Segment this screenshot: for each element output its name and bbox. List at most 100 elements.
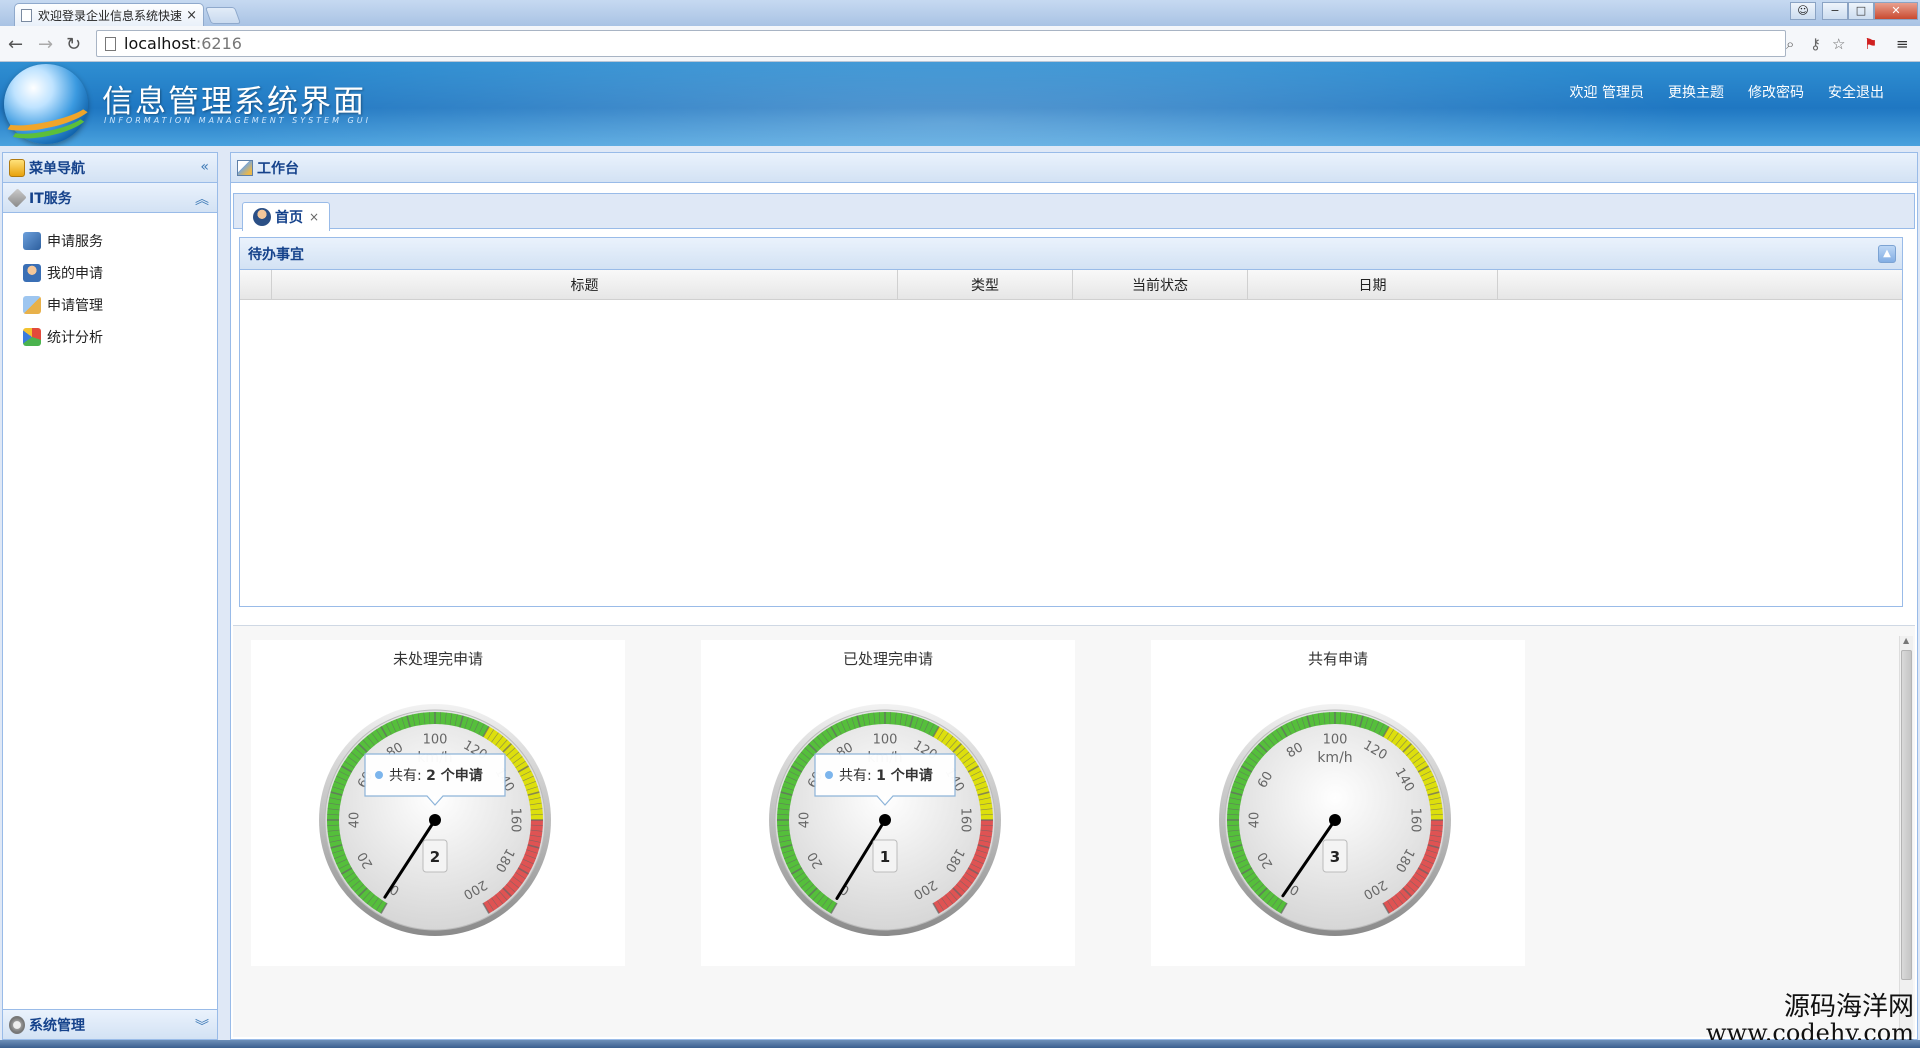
- workbench-title: 工作台: [257, 160, 299, 177]
- sidebar-item-label: 我的申请: [47, 266, 103, 282]
- browser-tab[interactable]: 欢迎登录企业信息系统快速 ×: [14, 3, 204, 26]
- browser-tab-title: 欢迎登录企业信息系统快速: [38, 8, 183, 23]
- gauge-pivot: [879, 814, 891, 826]
- app-subtitle: INFORMATION MANAGEMENT SYSTEM GUI: [104, 116, 371, 125]
- gauge-tick-label: 100: [1323, 733, 1348, 748]
- sidebar-item-label: 申请服务: [47, 234, 103, 250]
- collapse-sidebar-icon[interactable]: «: [200, 159, 209, 175]
- zoom-icon[interactable]: ⌕: [1786, 35, 1794, 53]
- profile-icon[interactable]: ☺: [1790, 2, 1816, 20]
- column-header-date[interactable]: 日期: [1248, 270, 1498, 299]
- url-host: localhost: [124, 34, 196, 53]
- url-port: :6216: [195, 34, 242, 53]
- window-controls: − □ ✕: [1822, 2, 1918, 20]
- column-header-type[interactable]: 类型: [898, 270, 1073, 299]
- system-manage-title: 系统管理: [29, 1017, 85, 1034]
- workbench-icon: [237, 159, 253, 176]
- my-apply-icon: [23, 264, 41, 282]
- tooltip-value: 2 个申请: [426, 767, 483, 784]
- gauge-tick-label: 160: [1408, 808, 1423, 833]
- sidebar-item-my-apply[interactable]: 我的申请: [23, 257, 217, 289]
- new-tab-button[interactable]: [204, 7, 242, 24]
- gauge-card: 未处理完申请 020406080100120140160180200km/h2共…: [251, 640, 625, 966]
- it-service-header[interactable]: IT服务 ︽: [3, 183, 217, 213]
- apply-service-icon: [23, 232, 41, 250]
- sidebar-item-apply-manage[interactable]: 申请管理: [23, 289, 217, 321]
- scroll-up-icon[interactable]: ▲: [1903, 636, 1909, 645]
- scrollbar-thumb[interactable]: [1901, 650, 1912, 980]
- sidebar-item-stats[interactable]: 统计分析: [23, 321, 217, 353]
- watermark-line1: 源码海洋网: [1783, 991, 1914, 1022]
- menu-nav-title: 菜单导航: [29, 160, 85, 177]
- gauge-title: 共有申请: [1307, 650, 1368, 668]
- gauge-chart: 020406080100 120140160180200km/h3: [1219, 704, 1451, 936]
- logo-globe-icon: [0, 64, 97, 145]
- os-taskbar: [0, 1040, 1920, 1048]
- gauge-card: 共有申请 0 20 40 60 80 100 120 140 160 180 200 km/h 3: [1151, 640, 1525, 966]
- main-tabbar: 首页 ×: [233, 193, 1915, 231]
- sidebar-item-label: 统计分析: [47, 330, 103, 346]
- column-header-filler: [1498, 270, 1902, 299]
- change-theme-link[interactable]: 更换主题: [1668, 82, 1724, 102]
- key-icon[interactable]: ⚷: [1810, 35, 1821, 53]
- user-icon: [253, 208, 271, 226]
- todo-title: 待办事宜: [248, 246, 304, 263]
- todo-header: 待办事宜 ▲: [240, 238, 1902, 270]
- gear-icon: [9, 1015, 25, 1034]
- close-tab-icon[interactable]: ×: [309, 210, 319, 224]
- page-icon: [105, 36, 116, 51]
- tooltip-prefix: 共有:: [839, 768, 876, 784]
- browser-tabstrip: 欢迎登录企业信息系统快速 × ☺ − □ ✕: [0, 0, 1920, 26]
- gauge-value: 3: [1330, 848, 1340, 866]
- gauge-tooltip-text: 共有: 1 个申请: [839, 767, 933, 784]
- page-favicon-icon: [21, 8, 32, 22]
- gauge-tick-label: 160: [508, 808, 523, 833]
- forward-icon[interactable]: →: [38, 34, 53, 55]
- menu-nav-header: 菜单导航 «: [3, 153, 217, 183]
- tooltip-prefix: 共有:: [389, 768, 426, 784]
- gauge-tick-label: 100: [423, 733, 448, 748]
- gauge-chart: 020406080100120140160180200km/h2共有: 2 个申…: [319, 704, 551, 936]
- tab-home-label: 首页: [275, 210, 303, 226]
- address-bar[interactable]: localhost :6216: [96, 30, 1786, 57]
- system-manage-header[interactable]: 系统管理 ︾: [3, 1009, 217, 1039]
- chevron-down-icon[interactable]: ︾: [195, 1016, 209, 1036]
- extension-icon[interactable]: ⚑: [1864, 35, 1877, 53]
- gauge-title: 未处理完申请: [392, 650, 483, 668]
- gauge-tick-label: 40: [1248, 812, 1263, 829]
- header-decoration: [200, 62, 1700, 146]
- gauge-area: 未处理完申请 020406080100120140160180200km/h2共…: [233, 625, 1915, 1037]
- welcome-admin-link[interactable]: 欢迎 管理员: [1570, 82, 1644, 102]
- gauge-tick-label: 160: [958, 808, 973, 833]
- maximize-button[interactable]: □: [1848, 2, 1874, 20]
- close-window-button[interactable]: ✕: [1874, 2, 1918, 20]
- column-header-status[interactable]: 当前状态: [1073, 270, 1248, 299]
- browser-toolbar: ← → ↻ localhost :6216 ⌕ ⚷ ☆ ⚑ ≡: [0, 26, 1920, 62]
- logout-link[interactable]: 安全退出: [1828, 82, 1884, 102]
- column-header-title[interactable]: 标题: [272, 270, 898, 299]
- menu-nav-icon: [9, 158, 25, 177]
- collapse-panel-button[interactable]: ▲: [1878, 245, 1896, 263]
- change-password-link[interactable]: 修改密码: [1748, 82, 1804, 102]
- workbench-panel: 工作台 首页 × 待办事宜 ▲ 标题 类型 当前状态 日期 未处理完申请 0 20…: [230, 152, 1918, 1040]
- tab-home[interactable]: 首页 ×: [242, 202, 330, 231]
- menu-icon[interactable]: ≡: [1896, 35, 1909, 53]
- app-title: 信息管理系统界面: [102, 84, 366, 120]
- it-service-title: IT服务: [29, 190, 72, 207]
- close-tab-icon[interactable]: ×: [186, 8, 197, 23]
- header-links: 欢迎 管理员 更换主题 修改密码 安全退出: [1570, 82, 1884, 102]
- bookmark-star-icon[interactable]: ☆: [1832, 35, 1845, 53]
- todo-grid-header: 标题 类型 当前状态 日期: [240, 270, 1902, 300]
- workbench-header: 工作台: [231, 153, 1917, 183]
- gauge-pivot: [1329, 814, 1341, 826]
- vertical-scrollbar[interactable]: ▲: [1899, 636, 1913, 1034]
- minimize-button[interactable]: −: [1822, 2, 1848, 20]
- tooltip-dot: [825, 771, 833, 779]
- sidebar-item-apply-service[interactable]: 申请服务: [23, 225, 217, 257]
- back-icon[interactable]: ←: [8, 34, 23, 55]
- chevron-up-icon[interactable]: ︽: [195, 189, 209, 209]
- app-header: 信息管理系统界面 INFORMATION MANAGEMENT SYSTEM G…: [0, 62, 1920, 146]
- apply-manage-icon: [23, 296, 41, 314]
- sidebar: 菜单导航 « IT服务 ︽ 申请服务 我的申请 申请管理 统计分析 系统管理 ︾: [2, 152, 218, 1040]
- reload-icon[interactable]: ↻: [66, 34, 81, 55]
